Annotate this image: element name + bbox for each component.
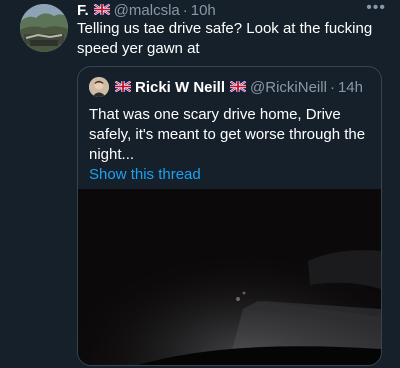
uk-flag-icon: [114, 79, 132, 96]
uk-flag-icon: [93, 2, 111, 19]
show-thread-link[interactable]: Show this thread: [89, 165, 201, 185]
quoted-author-name[interactable]: Ricki W Neill: [135, 79, 225, 96]
author-handle[interactable]: @malcsla: [114, 2, 180, 19]
quoted-tweet-card[interactable]: Ricki W Neill @RickiNeill · 14h That was…: [77, 66, 382, 366]
more-icon[interactable]: •••: [366, 0, 386, 16]
separator-dot: ·: [329, 78, 335, 96]
quoted-tweet-header: Ricki W Neill @RickiNeill · 14h: [89, 77, 373, 97]
separator-dot: ·: [182, 1, 188, 19]
quoted-timestamp[interactable]: 14h: [338, 79, 363, 96]
tweet-text: Telling us tae drive safe? Look at the f…: [77, 20, 373, 57]
author-name[interactable]: F.: [77, 2, 89, 19]
quoted-avatar: [89, 77, 109, 97]
uk-flag-icon: [229, 79, 247, 96]
avatar[interactable]: [20, 4, 68, 52]
quoted-author-handle[interactable]: @RickiNeill: [250, 79, 327, 96]
timestamp[interactable]: 10h: [191, 2, 216, 19]
quoted-tweet-text: That was one scary drive home, Drive saf…: [89, 106, 366, 163]
tweet-header: F. @malcsla · 10h: [77, 1, 388, 19]
video-media[interactable]: [78, 189, 381, 365]
